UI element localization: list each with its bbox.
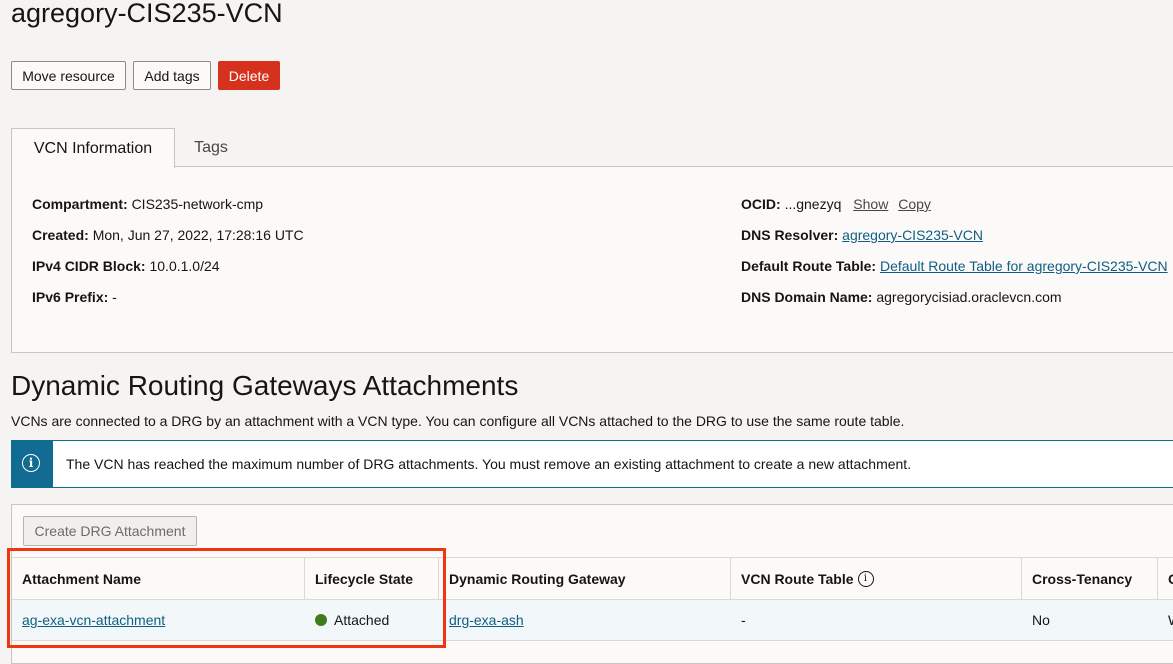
dns-resolver-link[interactable]: agregory-CIS235-VCN (842, 227, 983, 243)
truncated-cell: W (1158, 600, 1173, 640)
created-field: Created: Mon, Jun 27, 2022, 17:28:16 UTC (32, 227, 304, 243)
alert-message: The VCN has reached the maximum number o… (66, 456, 912, 472)
ocid-show-link[interactable]: Show (853, 196, 888, 212)
lifecycle-state-cell: Attached (305, 600, 439, 640)
column-header-truncated[interactable]: C (1158, 558, 1173, 599)
vcn-route-table-label: VCN Route Table (741, 570, 854, 587)
page-title: agregory-CIS235-VCN (11, 0, 283, 28)
dns-domain-value: agregorycisiad.oraclevcn.com (876, 289, 1062, 305)
ipv6-field: IPv6 Prefix: - (32, 289, 117, 305)
gateway-cell: drg-exa-ash (439, 600, 731, 640)
table-header-row: Attachment Name Lifecycle State Dynamic … (12, 557, 1173, 600)
alert-strip: i (12, 441, 53, 487)
tab-vcn-information[interactable]: VCN Information (11, 128, 175, 168)
route-table-field: Default Route Table: Default Route Table… (741, 258, 1168, 274)
drg-section-title: Dynamic Routing Gateways Attachments (11, 370, 519, 401)
compartment-field: Compartment: CIS235-network-cmp (32, 196, 263, 212)
drg-attachments-table: Create DRG Attachment Attachment Name Li… (11, 504, 1173, 664)
lifecycle-state-value: Attached (334, 612, 390, 628)
table-row: ag-exa-vcn-attachment Attached drg-exa-a… (12, 600, 1173, 641)
attachment-name-cell: ag-exa-vcn-attachment (12, 600, 305, 640)
dns-domain-label: DNS Domain Name: (741, 289, 873, 305)
compartment-label: Compartment: (32, 196, 128, 212)
dns-domain-field: DNS Domain Name: agregorycisiad.oraclevc… (741, 289, 1062, 305)
gateway-link[interactable]: drg-exa-ash (449, 612, 524, 628)
info-alert: i The VCN has reached the maximum number… (11, 440, 1173, 488)
attachment-name-link[interactable]: ag-exa-vcn-attachment (22, 612, 165, 628)
ocid-label: OCID: (741, 196, 781, 212)
compartment-value: CIS235-network-cmp (131, 196, 264, 212)
column-header-dynamic-routing-gateway[interactable]: Dynamic Routing Gateway (439, 558, 731, 599)
column-header-cross-tenancy[interactable]: Cross-Tenancy (1022, 558, 1158, 599)
created-label: Created: (32, 227, 89, 243)
drg-section-description: VCNs are connected to a DRG by an attach… (11, 413, 905, 429)
dns-resolver-field: DNS Resolver: agregory-CIS235-VCN (741, 227, 983, 243)
ocid-copy-link[interactable]: Copy (898, 196, 931, 212)
ipv4-value: 10.0.1.0/24 (149, 258, 220, 274)
route-table-link[interactable]: Default Route Table for agregory-CIS235-… (880, 258, 1168, 274)
ocid-field: OCID: ...gnezyq Show Copy (741, 196, 931, 212)
tab-tags[interactable]: Tags (176, 128, 246, 167)
info-icon[interactable]: i (857, 570, 874, 587)
delete-button[interactable]: Delete (218, 61, 280, 90)
created-value: Mon, Jun 27, 2022, 17:28:16 UTC (92, 227, 304, 243)
create-drg-attachment-button[interactable]: Create DRG Attachment (23, 516, 197, 546)
column-header-attachment-name[interactable]: Attachment Name (12, 558, 305, 599)
ipv4-label: IPv4 CIDR Block: (32, 258, 146, 274)
ipv4-field: IPv4 CIDR Block: 10.0.1.0/24 (32, 258, 220, 274)
ocid-value: ...gnezyq (784, 196, 842, 212)
move-resource-button[interactable]: Move resource (11, 61, 126, 90)
status-dot-icon (315, 614, 327, 626)
add-tags-button[interactable]: Add tags (133, 61, 211, 90)
column-header-lifecycle-state[interactable]: Lifecycle State (305, 558, 439, 599)
ipv6-value: - (112, 289, 117, 305)
column-header-vcn-route-table[interactable]: VCN Route Table i (731, 558, 1022, 599)
cross-tenancy-cell: No (1032, 612, 1050, 628)
vcn-information-panel: Compartment: CIS235-network-cmp Created:… (11, 166, 1173, 353)
route-table-cell: - (741, 612, 746, 628)
dns-resolver-label: DNS Resolver: (741, 227, 839, 243)
ipv6-label: IPv6 Prefix: (32, 289, 109, 305)
route-table-label: Default Route Table: (741, 258, 877, 274)
info-icon: i (22, 454, 40, 472)
